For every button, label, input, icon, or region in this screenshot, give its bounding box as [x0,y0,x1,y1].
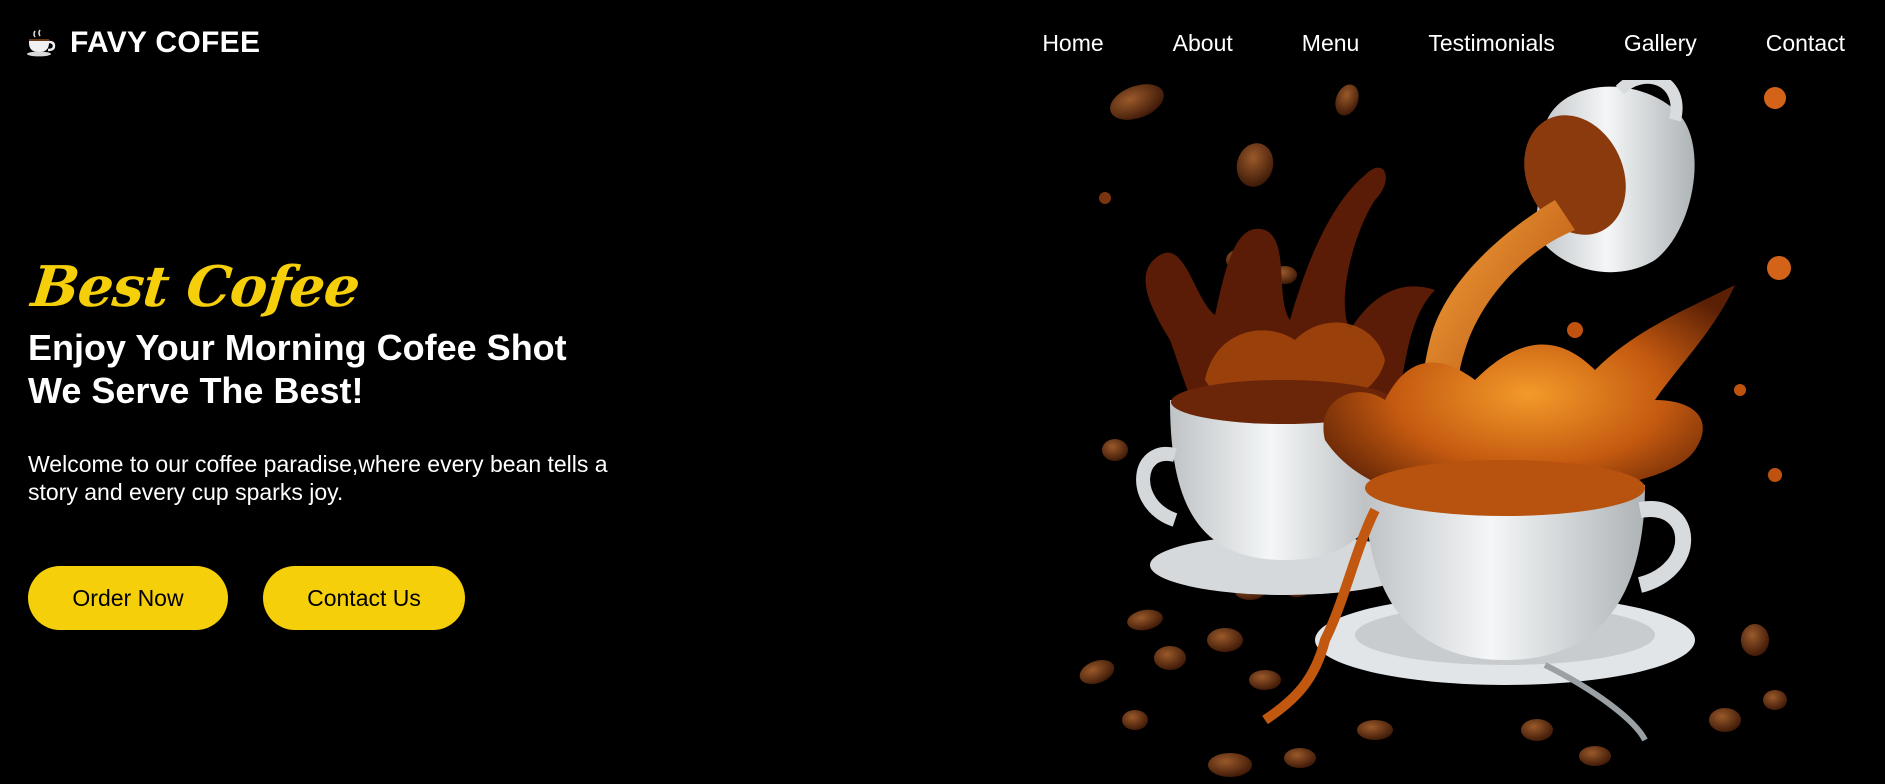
nav-about[interactable]: About [1173,28,1233,58]
contact-us-button[interactable]: Contact Us [263,566,465,630]
main-nav: Home About Menu Testimonials Gallery Con… [973,28,1845,58]
hero-headline-line-1: Enjoy Your Morning Cofee Shot [28,327,567,368]
landing-page: FAVY COFEE Home About Menu Testimonials … [0,0,1885,784]
nav-home[interactable]: Home [1042,28,1103,58]
hero-headline: Enjoy Your Morning Cofee Shot We Serve T… [28,326,728,412]
hero-tagline: Best Cofee [28,254,363,320]
nav-testimonials[interactable]: Testimonials [1428,28,1555,58]
hero-description: Welcome to our coffee paradise,where eve… [28,451,608,505]
nav-contact[interactable]: Contact [1766,28,1845,58]
hero-section: Best Cofee Enjoy Your Morning Cofee Shot… [28,250,728,630]
brand-name: FAVY COFEE [70,26,261,59]
brand-logo[interactable]: FAVY COFEE [26,26,260,60]
order-now-button[interactable]: Order Now [28,566,228,630]
coffee-splash-illustration [1075,71,1815,784]
nav-gallery[interactable]: Gallery [1624,28,1697,58]
hero-headline-line-2: We Serve The Best! [28,370,364,411]
hero-actions: Order Now Contact Us [28,566,728,630]
coffee-cup-icon [26,29,56,57]
nav-menu[interactable]: Menu [1302,28,1360,58]
